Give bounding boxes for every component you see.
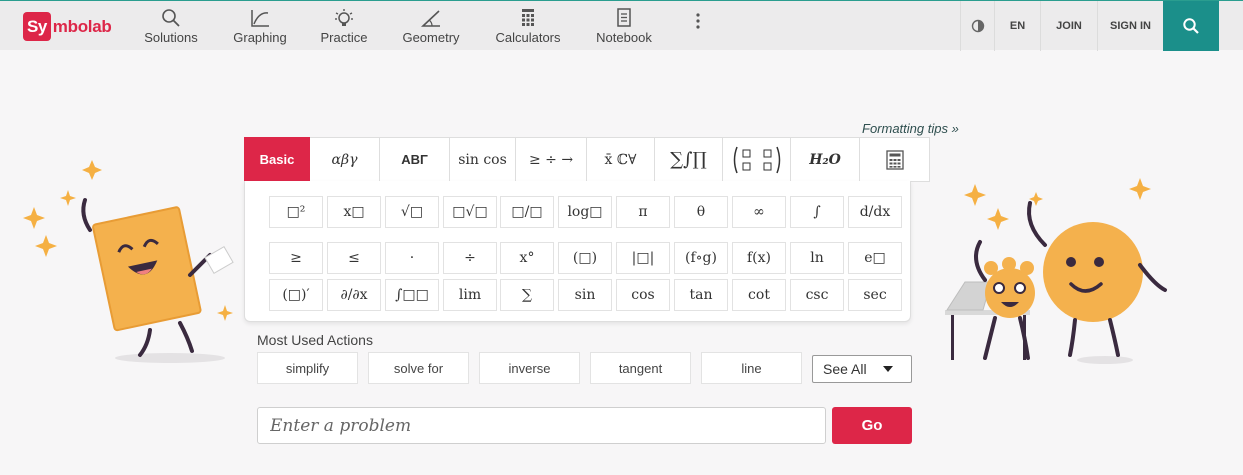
- caret-down-icon: [883, 366, 893, 372]
- abs-key[interactable]: |□|: [616, 242, 670, 274]
- matrix-icon: [733, 146, 780, 173]
- problem-input[interactable]: [257, 407, 826, 444]
- divide-key[interactable]: ÷: [443, 242, 497, 274]
- tab-chemistry[interactable]: H₂O: [791, 137, 860, 182]
- symbolab-logo[interactable]: Sy mbolab: [23, 12, 112, 41]
- superscript-key[interactable]: x□: [327, 196, 381, 228]
- most-used-actions-label: Most Used Actions: [257, 332, 373, 348]
- ln-key[interactable]: ln: [790, 242, 844, 274]
- square-key[interactable]: □²: [269, 196, 323, 228]
- search-icon: [1183, 18, 1199, 34]
- contrast-icon: [971, 19, 984, 33]
- definite-integral-key[interactable]: ∫□□: [385, 279, 439, 311]
- right-mascot-illustration: [945, 178, 1167, 364]
- function-key[interactable]: f(x): [732, 242, 786, 274]
- keyboard-tabs: Basic αβγ ABΓ sin cos ≥ ÷ → x̄ ℂ∀ ∑∫∏ H₂…: [244, 137, 930, 182]
- lightbulb-icon: [335, 9, 353, 26]
- integral-key[interactable]: ∫: [790, 196, 844, 228]
- parentheses-key[interactable]: (□): [558, 242, 612, 274]
- action-inverse-button[interactable]: inverse: [479, 352, 580, 384]
- tab-sets[interactable]: x̄ ℂ∀: [587, 137, 655, 182]
- more-menu-icon[interactable]: [693, 13, 703, 29]
- sign-in-button[interactable]: SIGN IN: [1097, 1, 1163, 51]
- theta-key[interactable]: θ: [674, 196, 728, 228]
- tab-basic[interactable]: Basic: [244, 137, 310, 182]
- tan-key[interactable]: tan: [674, 279, 728, 311]
- action-tangent-button[interactable]: tangent: [590, 352, 691, 384]
- top-header: Sy mbolab Solutions Graphing Practice Ge…: [0, 0, 1243, 51]
- leq-key[interactable]: ≤: [327, 242, 381, 274]
- nav-calculators[interactable]: Calculators: [494, 1, 562, 51]
- nth-root-key[interactable]: □√□: [443, 196, 497, 228]
- join-button[interactable]: JOIN: [1040, 1, 1097, 51]
- compose-key[interactable]: (f∘g): [674, 242, 728, 274]
- tab-greek-lower[interactable]: αβγ: [310, 137, 380, 182]
- action-simplify-button[interactable]: simplify: [257, 352, 358, 384]
- nav-solutions[interactable]: Solutions: [141, 1, 201, 51]
- log-key[interactable]: log□: [558, 196, 612, 228]
- language-button[interactable]: EN: [994, 1, 1040, 51]
- prime-key[interactable]: (□)′: [269, 279, 323, 311]
- cot-key[interactable]: cot: [732, 279, 786, 311]
- nav-label: Notebook: [596, 30, 652, 45]
- csc-key[interactable]: csc: [790, 279, 844, 311]
- see-all-dropdown[interactable]: See All: [812, 355, 912, 383]
- search-icon: [162, 9, 180, 27]
- nav-geometry[interactable]: Geometry: [400, 1, 462, 51]
- go-button[interactable]: Go: [832, 407, 912, 444]
- exp-key[interactable]: e□: [848, 242, 902, 274]
- cos-key[interactable]: cos: [616, 279, 670, 311]
- search-button[interactable]: [1163, 1, 1219, 51]
- tab-trig[interactable]: sin cos: [450, 137, 516, 182]
- sin-key[interactable]: sin: [558, 279, 612, 311]
- cdot-key[interactable]: ·: [385, 242, 439, 274]
- calculator-icon: [522, 9, 534, 26]
- nav-label: Graphing: [233, 30, 287, 45]
- nav-label: Solutions: [144, 30, 198, 45]
- nav-label: Practice: [320, 30, 368, 45]
- left-mascot-illustration: [23, 160, 234, 363]
- tab-calculus[interactable]: ∑∫∏: [655, 137, 723, 182]
- degree-key[interactable]: x°: [500, 242, 554, 274]
- notebook-icon: [617, 8, 631, 27]
- geq-key[interactable]: ≥: [269, 242, 323, 274]
- nav-label: Calculators: [495, 30, 561, 45]
- tab-calculator[interactable]: [860, 137, 930, 182]
- sec-key[interactable]: sec: [848, 279, 902, 311]
- sum-key[interactable]: ∑: [500, 279, 554, 311]
- tab-matrix[interactable]: [723, 137, 791, 182]
- formatting-tips-link[interactable]: Formatting tips »: [862, 121, 959, 136]
- tab-operators[interactable]: ≥ ÷ →: [516, 137, 587, 182]
- nav-practice[interactable]: Practice: [314, 1, 374, 51]
- action-line-button[interactable]: line: [701, 352, 802, 384]
- angle-icon: [420, 10, 440, 27]
- nav-label: Geometry: [402, 30, 460, 45]
- logo-text: mbolab: [52, 16, 112, 36]
- calculator-icon: [885, 149, 904, 170]
- pi-key[interactable]: π: [616, 196, 670, 228]
- see-all-label: See All: [823, 361, 867, 377]
- partial-key[interactable]: ∂/∂x: [327, 279, 381, 311]
- logo-box: Sy: [23, 12, 51, 41]
- sqrt-key[interactable]: √□: [385, 196, 439, 228]
- infinity-key[interactable]: ∞: [732, 196, 786, 228]
- theme-toggle-button[interactable]: [960, 1, 994, 51]
- nav-graphing[interactable]: Graphing: [230, 1, 290, 51]
- derivative-key[interactable]: d/dx: [848, 196, 902, 228]
- tab-greek-upper[interactable]: ABΓ: [380, 137, 450, 182]
- graph-icon: [251, 10, 269, 27]
- action-solve-for-button[interactable]: solve for: [368, 352, 469, 384]
- lim-key[interactable]: lim: [443, 279, 497, 311]
- nav-notebook[interactable]: Notebook: [592, 1, 656, 51]
- fraction-key[interactable]: □/□: [500, 196, 554, 228]
